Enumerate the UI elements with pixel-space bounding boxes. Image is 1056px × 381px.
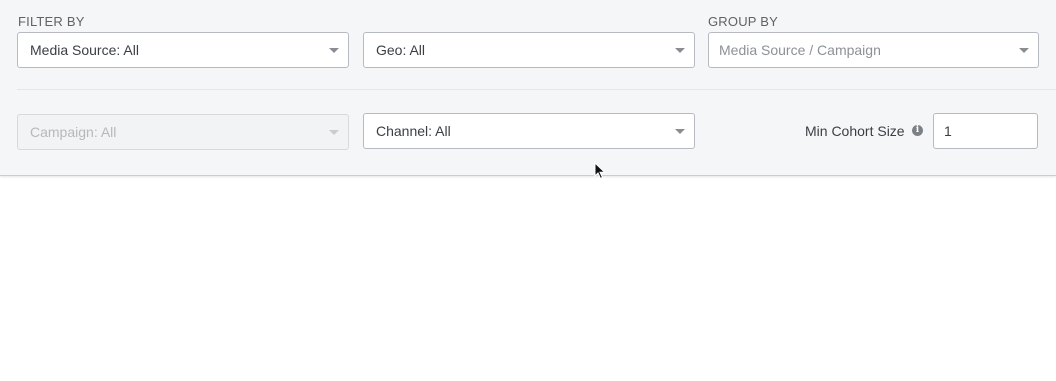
chevron-down-icon: [675, 48, 685, 53]
media-source-select-value: Media Source: All: [30, 42, 139, 58]
channel-select[interactable]: Channel: All: [363, 113, 695, 149]
row-divider: [17, 89, 1056, 90]
chevron-down-icon: [329, 48, 339, 53]
group-by-select[interactable]: Media Source / Campaign: [708, 32, 1039, 68]
channel-select-value: Channel: All: [376, 123, 451, 139]
filter-by-heading: FILTER BY: [18, 14, 85, 29]
min-cohort-size-input[interactable]: [933, 113, 1038, 149]
group-by-select-placeholder: Media Source / Campaign: [719, 42, 881, 58]
mouse-cursor-icon: [594, 162, 606, 180]
campaign-select-value: Campaign: All: [30, 124, 117, 140]
min-cohort-size-label: Min Cohort Size: [805, 123, 905, 139]
chevron-down-icon: [329, 130, 339, 135]
geo-select-value: Geo: All: [376, 42, 426, 58]
chevron-down-icon: [1019, 48, 1029, 53]
geo-select[interactable]: Geo: All: [363, 32, 695, 68]
info-icon[interactable]: i: [912, 125, 923, 136]
media-source-select[interactable]: Media Source: All: [17, 32, 349, 68]
group-by-heading: GROUP BY: [708, 14, 778, 29]
filter-panel: FILTER BY GROUP BY Media Source: All Geo…: [0, 0, 1056, 176]
chevron-down-icon: [675, 129, 685, 134]
campaign-select: Campaign: All: [17, 114, 349, 150]
